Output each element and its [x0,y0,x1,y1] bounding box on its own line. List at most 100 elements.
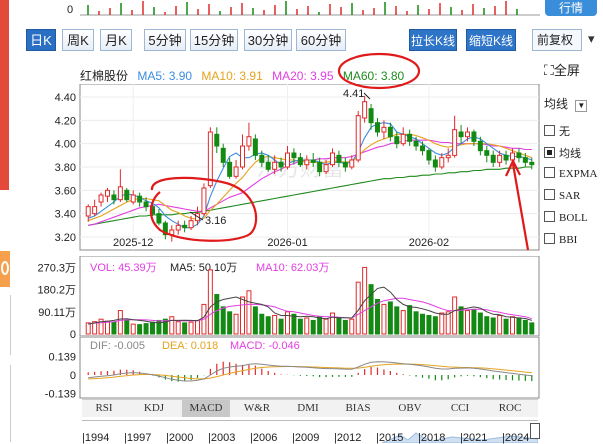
option-ma[interactable]: 均线 [544,145,581,161]
timeline-year: |2012 [334,432,362,444]
candle-body [105,189,110,197]
volume-bar [150,321,155,335]
candle-body [143,201,149,208]
volume-bar [252,306,258,335]
candle-body [252,138,258,156]
candle-body [400,133,406,145]
volume-bar [336,317,342,335]
candle-body [387,126,393,138]
tab-roc[interactable]: ROC [488,400,532,417]
history-timeline[interactable]: |1994 |1997 |2000 |2003 |2006 |2009 |2012 |2015… [82,420,540,444]
period-60min[interactable]: 60分钟 [296,29,346,51]
dropdown-icon[interactable]: ▼ [575,100,588,112]
volume-bar [387,301,393,335]
candle-body [272,161,278,170]
volume-bar [349,318,355,335]
timeline-year: |2018 [418,432,446,444]
checkbox-sar[interactable] [544,189,555,200]
period-15min[interactable]: 15分钟 [190,29,238,51]
candle-body [240,145,245,168]
tab-dmi[interactable]: DMI [286,400,330,417]
volume-bar [323,318,329,335]
tab-rsi[interactable]: RSI [82,400,126,417]
candle-body [310,159,316,163]
stretch-k-button[interactable]: 拉长K线 [409,29,457,51]
option-ma-label: 均线 [559,148,581,160]
volume-bar [272,315,278,335]
volume-bar [445,311,451,335]
volume-y-tick: 180.2万 [37,285,76,297]
timeline-handle[interactable] [530,423,540,439]
candle-body [522,157,528,163]
candle-body [490,154,496,163]
tab-kdj[interactable]: KDJ [132,400,176,417]
checkbox-none[interactable] [544,125,555,136]
macd-chart[interactable]: DIF: -0.005 DEA: 0.018 MACD: -0.046 0.13… [30,337,542,399]
price-y-tick: 4.40 [55,92,76,104]
volume-bar [188,321,194,335]
candle-body [297,157,303,166]
chevron-down-icon[interactable]: ▾ [588,31,602,49]
option-bbi-label: BBI [559,234,578,246]
checkbox-ma[interactable] [544,147,555,158]
option-bbi[interactable]: BBI [544,233,577,246]
tab-obv[interactable]: OBV [388,400,432,417]
option-sar[interactable]: SAR [544,189,580,202]
candle-body [458,131,464,138]
tab-bias[interactable]: BIAS [336,400,380,417]
volume-bar [432,316,438,335]
mini-axis-zero: 0 [67,4,74,16]
candle-body [471,131,477,142]
volume-chart[interactable]: VOL: 45.39万 MA5: 50.10万 MA10: 62.03万 270… [30,256,542,338]
option-boll[interactable]: BOLL [544,211,588,224]
tab-wr[interactable]: W&R [234,400,280,417]
volume-bar [465,310,470,335]
left-side-panel [0,295,11,355]
period-30min[interactable]: 30分钟 [244,29,292,51]
adjust-select[interactable]: 前复权 [532,29,582,51]
candle-body [336,154,342,163]
option-boll-label: BOLL [559,212,588,224]
price-y-tick: 3.80 [55,162,76,174]
tab-cci[interactable]: CCI [438,400,482,417]
candle-body [323,164,329,173]
price-chart[interactable]: 东方财富 4.404.204.003.803.603.403.20 2025-1… [30,84,542,252]
option-none-label: 无 [559,126,570,138]
period-weekly-k[interactable]: 周K [62,29,94,51]
checkbox-expma[interactable] [544,167,555,178]
legend-ma10: MA10: 3.91 [201,69,263,83]
option-none[interactable]: 无 [544,123,570,139]
volume-bar [240,296,245,335]
checkbox-bbi[interactable] [544,233,555,244]
checkbox-boll[interactable] [544,211,555,222]
candle-body [503,154,509,161]
quote-button[interactable]: 行情 [545,0,597,16]
expand-icon: ⛶ [544,62,554,78]
timeline-year: |1994 [82,432,110,444]
left-side-tab[interactable] [0,251,10,287]
volume-bar [407,305,413,335]
volume-bar [484,316,490,335]
period-daily-k[interactable]: 日K [26,29,56,51]
period-5min[interactable]: 5分钟 [144,29,186,51]
candle-body [304,159,310,166]
tab-macd[interactable]: MACD [182,400,230,417]
volume-bar [529,322,535,335]
option-expma[interactable]: EXPMA [544,167,598,180]
candle-body [111,194,117,201]
period-monthly-k[interactable]: 月K [100,29,132,51]
price-y-tick: 3.20 [55,232,76,244]
shrink-k-button[interactable]: 缩短K线 [466,29,516,51]
side-title-text: 均线 [544,97,569,111]
timeline-year: |2024 [502,432,530,444]
candle-body [349,159,355,168]
option-sar-label: SAR [559,190,581,202]
volume-bar [227,311,233,335]
candle-body [342,161,348,168]
left-red-bar [0,0,9,190]
candle-body [407,133,413,142]
fullscreen-button[interactable]: ⛶全屏 [544,60,580,79]
legend-ma20: MA20: 3.95 [272,69,334,83]
candle-body [432,159,438,168]
candle-body [201,187,207,215]
